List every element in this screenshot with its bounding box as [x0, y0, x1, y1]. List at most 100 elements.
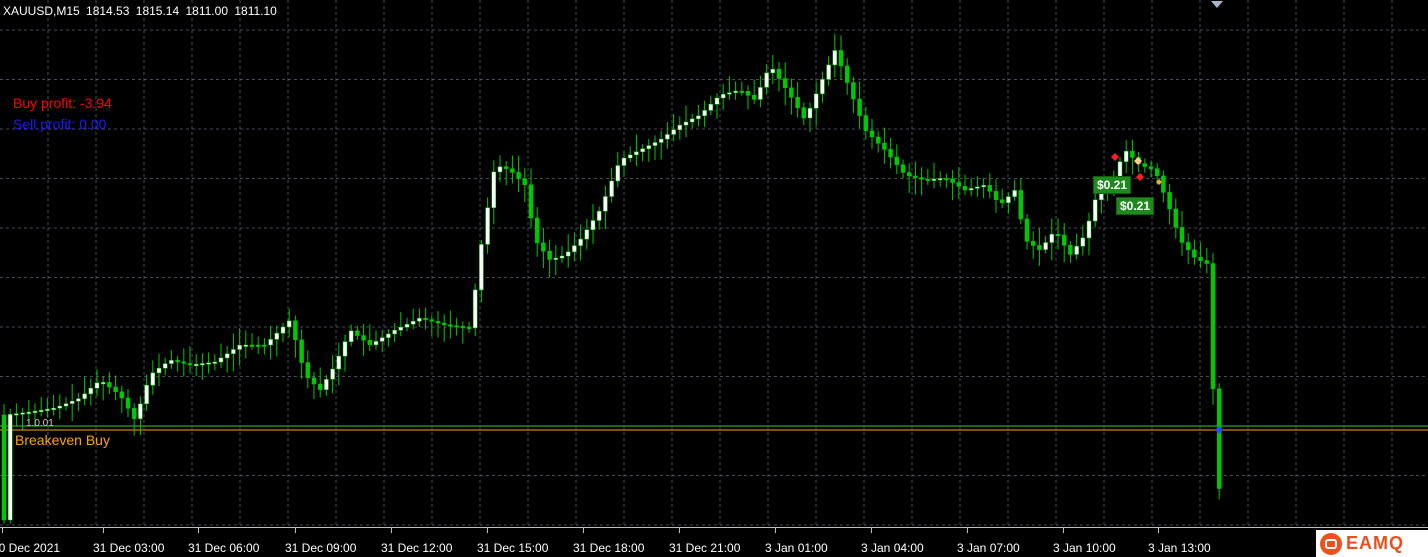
breakeven-label: Breakeven Buy	[15, 432, 110, 448]
candle-body	[38, 409, 44, 412]
candle-body	[131, 408, 137, 419]
time-axis-tick	[2, 528, 3, 533]
candle-body	[150, 372, 156, 386]
candle-body	[293, 320, 298, 341]
buy-profit-label: Buy profit: -3.94	[13, 95, 112, 111]
candle-body	[392, 329, 397, 335]
candle-body	[578, 238, 583, 246]
candle-body	[1, 414, 7, 521]
candle-body	[386, 333, 391, 338]
candle-body	[584, 229, 590, 240]
candle-body	[1030, 241, 1036, 246]
candle-body	[689, 118, 695, 123]
candle-body	[1061, 234, 1067, 246]
candle-body	[1130, 150, 1135, 158]
candle-body	[51, 407, 56, 410]
chart-shift-icon[interactable]	[1211, 1, 1223, 8]
candle-body	[503, 166, 509, 169]
candle-body	[813, 93, 819, 109]
candle-body	[231, 349, 236, 354]
time-axis-tick	[295, 528, 296, 533]
candle-body	[1142, 163, 1148, 167]
candle-body	[981, 185, 986, 188]
profit-tag: $0.21	[1116, 197, 1155, 215]
candle-body	[1018, 190, 1024, 220]
candle-body	[565, 251, 571, 257]
chart-canvas[interactable]	[0, 0, 1428, 527]
candle-body	[714, 97, 720, 105]
candle-body	[776, 68, 782, 79]
candle-body	[94, 382, 100, 389]
candle-body	[962, 186, 968, 191]
candle-body	[479, 244, 484, 291]
candle-body	[144, 384, 149, 405]
candle-body	[466, 326, 472, 329]
candle-body	[683, 121, 689, 126]
candle-body	[913, 175, 918, 178]
candle-body	[826, 64, 831, 80]
candle-body	[950, 178, 955, 183]
candle-body	[782, 78, 788, 89]
candle-body	[268, 339, 273, 346]
time-axis-label: 31 Dec 21:00	[669, 541, 741, 555]
symbol-header: XAUUSD,M15 1814.53 1815.14 1811.00 1811.…	[3, 4, 280, 18]
open-price: 1814.53	[86, 4, 130, 18]
candle-body	[1154, 168, 1160, 177]
price-chart[interactable]: XAUUSD,M15 1814.53 1815.14 1811.00 1811.…	[0, 0, 1428, 528]
candle-body	[156, 368, 162, 374]
candle-body	[491, 171, 497, 208]
candle-body	[224, 353, 230, 359]
candle-body	[658, 138, 664, 143]
chart-window[interactable]: XAUUSD,M15 1814.53 1815.14 1811.00 1811.…	[0, 0, 1428, 557]
candle-body	[460, 326, 466, 329]
time-axis-label: 3 Jan 10:00	[1053, 541, 1116, 555]
candle-body	[857, 98, 862, 116]
candle-body	[262, 344, 267, 347]
candle-body	[1068, 245, 1073, 255]
candle-body	[404, 323, 410, 328]
time-axis: 30 Dec 2021 31 Dec 03:00 31 Dec 06:00 31 De…	[0, 528, 1428, 557]
candle-body	[138, 403, 143, 419]
candle-body	[851, 82, 856, 100]
candle-body	[1043, 242, 1048, 250]
candle-body	[249, 344, 255, 347]
candle-body	[987, 185, 993, 192]
candle-body	[999, 199, 1005, 204]
candle-body	[770, 68, 776, 74]
candle-body	[733, 90, 738, 93]
candle-body	[621, 157, 627, 166]
candle-body	[720, 93, 726, 99]
candle-body	[410, 321, 416, 325]
candle-body	[423, 318, 428, 321]
candle-body	[869, 130, 875, 138]
candle-body	[1024, 218, 1030, 242]
candle-body	[646, 145, 652, 149]
candle-body	[206, 362, 211, 365]
time-axis-tick	[775, 528, 776, 533]
candle-body	[727, 92, 732, 95]
candle-body	[547, 250, 552, 260]
candle-body	[1173, 208, 1179, 228]
candle-body	[1080, 237, 1086, 247]
time-axis-label: 3 Jan 13:00	[1148, 541, 1211, 555]
candle-body	[708, 103, 714, 111]
candle-body	[1006, 196, 1011, 204]
candle-body	[113, 386, 118, 392]
candle-body	[57, 405, 63, 409]
time-axis-label: 30 Dec 2021	[0, 541, 61, 555]
candle-body	[280, 326, 286, 334]
candle-body	[1037, 245, 1042, 250]
candle-body	[1099, 193, 1104, 201]
candle-body	[181, 361, 187, 364]
time-axis-tick	[1158, 528, 1159, 533]
candle-body	[317, 383, 323, 390]
candle-body	[1204, 260, 1210, 264]
brand-logo: EAMQ	[1316, 530, 1428, 557]
candle-body	[875, 136, 881, 144]
time-axis-tick	[198, 528, 199, 533]
candle-body	[665, 134, 670, 140]
candle-body	[522, 178, 528, 186]
candle-body	[801, 107, 807, 119]
candle-body	[541, 242, 546, 252]
candle-body	[175, 360, 180, 363]
